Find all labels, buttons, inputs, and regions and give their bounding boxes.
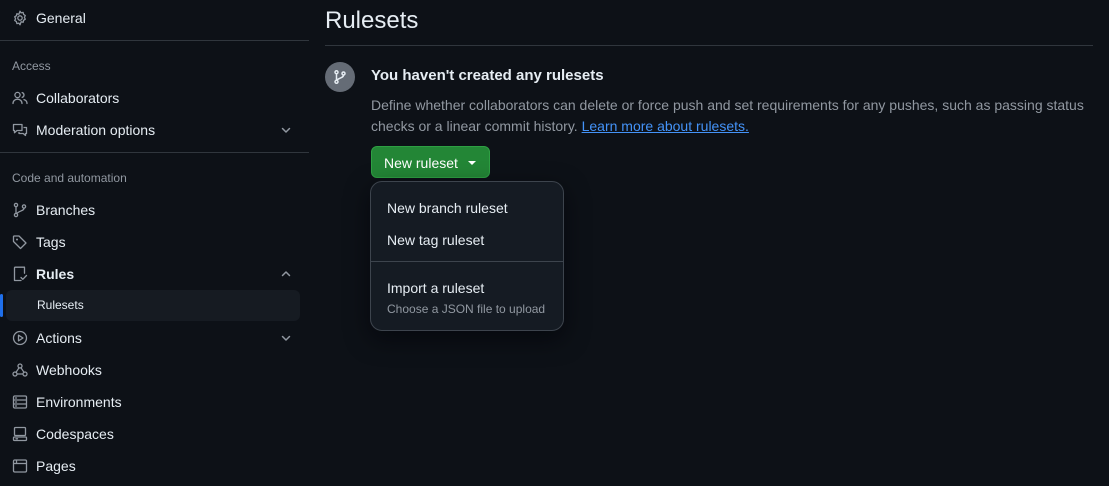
sidebar-item-environments[interactable]: Environments <box>0 386 309 418</box>
sidebar-item-pages[interactable]: Pages <box>0 450 309 482</box>
sidebar-item-label: Environments <box>36 394 122 410</box>
new-ruleset-button[interactable]: New ruleset <box>371 146 490 178</box>
menu-item-import-ruleset[interactable]: Import a ruleset Choose a JSON file to u… <box>371 270 563 326</box>
webhook-icon <box>12 362 28 378</box>
page-title: Rulesets <box>325 7 419 34</box>
menu-item-description: Choose a JSON file to upload <box>387 302 546 316</box>
sidebar-item-label: Moderation options <box>36 122 156 138</box>
sidebar-item-general[interactable]: General <box>0 2 309 34</box>
sidebar-subitem-rulesets[interactable]: Rulesets <box>0 290 300 321</box>
active-indicator <box>0 294 3 317</box>
sidebar-item-rules[interactable]: Rules <box>0 258 309 290</box>
menu-item-label: Import a ruleset <box>387 280 485 296</box>
browser-icon <box>12 458 28 474</box>
sidebar-item-webhooks[interactable]: Webhooks <box>0 354 309 386</box>
people-icon <box>12 90 28 106</box>
git-branch-icon <box>334 69 346 85</box>
section-heading-access: Access <box>12 59 51 73</box>
new-ruleset-menu: New branch ruleset New tag ruleset Impor… <box>370 181 564 331</box>
sidebar-item-label: Actions <box>36 330 82 346</box>
sidebar-item-label: Tags <box>36 234 66 250</box>
blankslate-title: You haven't created any rulesets <box>371 67 604 84</box>
repo-rules-icon <box>12 266 28 282</box>
comment-discussion-icon <box>12 122 28 138</box>
sidebar-item-label: Collaborators <box>36 90 120 106</box>
new-ruleset-label: New ruleset <box>384 155 458 171</box>
git-branch-icon <box>12 202 28 218</box>
sidebar-item-label: Branches <box>36 202 96 218</box>
sidebar-subitem-label: Rulesets <box>37 298 84 312</box>
play-icon <box>12 330 28 346</box>
sidebar-divider <box>0 152 309 153</box>
sidebar-item-label: Webhooks <box>36 362 102 378</box>
menu-item-new-branch-ruleset[interactable]: New branch ruleset <box>371 182 563 216</box>
menu-divider <box>371 261 563 262</box>
triangle-down-icon <box>468 161 476 165</box>
section-heading-code-automation: Code and automation <box>12 171 127 185</box>
sidebar-item-label: Pages <box>36 458 76 474</box>
gear-icon <box>12 10 28 26</box>
blankslate-icon <box>325 62 355 92</box>
menu-item-label: New tag ruleset <box>387 232 485 248</box>
sidebar-item-collaborators[interactable]: Collaborators <box>0 82 309 114</box>
sidebar-item-label: Rules <box>36 266 75 282</box>
chevron-down-icon[interactable] <box>280 332 292 344</box>
blankslate-description: Define whether collaborators can delete … <box>371 95 1091 137</box>
tag-icon <box>12 234 28 250</box>
menu-item-new-tag-ruleset[interactable]: New tag ruleset <box>371 214 563 248</box>
title-divider <box>325 45 1093 46</box>
sidebar-item-moderation-options[interactable]: Moderation options <box>0 114 309 146</box>
sidebar-divider <box>0 40 309 41</box>
sidebar-item-codespaces[interactable]: Codespaces <box>0 418 309 450</box>
sidebar-item-actions[interactable]: Actions <box>0 322 309 354</box>
codespaces-icon <box>12 426 28 442</box>
settings-sidebar: General Access Collaborators Moderation … <box>0 0 309 486</box>
sidebar-item-label: General <box>36 10 86 26</box>
server-icon <box>12 394 28 410</box>
sidebar-item-label: Codespaces <box>36 426 114 442</box>
chevron-down-icon[interactable] <box>280 124 292 136</box>
sidebar-item-branches[interactable]: Branches <box>0 194 309 226</box>
chevron-up-icon[interactable] <box>280 268 292 280</box>
learn-more-link[interactable]: Learn more about rulesets. <box>582 118 749 134</box>
sidebar-item-tags[interactable]: Tags <box>0 226 309 258</box>
